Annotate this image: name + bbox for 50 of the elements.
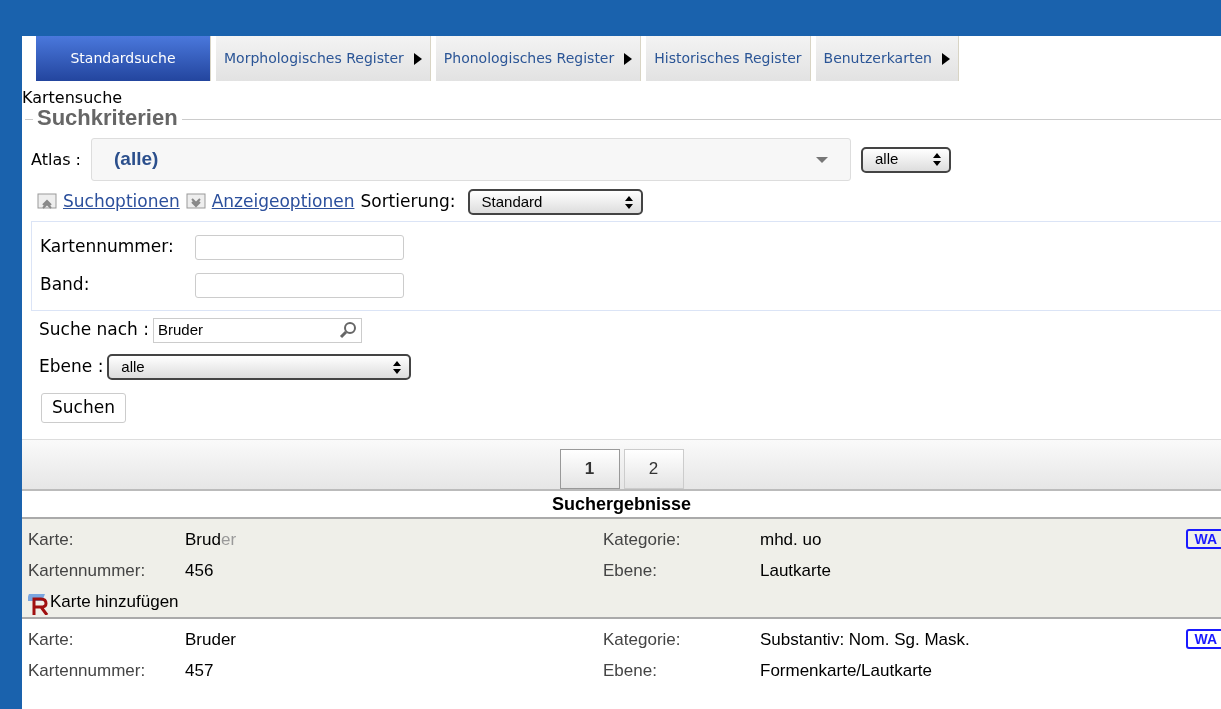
nav-tab[interactable]: Morphologisches Register	[216, 36, 431, 81]
updown-arrow-icon	[393, 360, 402, 374]
search-button[interactable]: Suchen	[41, 393, 126, 423]
atlas-tag[interactable]: WA	[1186, 528, 1221, 549]
sort-select[interactable]: Standard	[467, 189, 643, 215]
updown-arrow-icon	[933, 153, 941, 166]
results-title: Suchergebnisse	[550, 492, 693, 516]
text-input[interactable]	[195, 234, 404, 260]
field-label: Kartennummer:	[28, 560, 147, 583]
atlas-dropdown[interactable]: (alle)	[91, 138, 851, 181]
level-select[interactable]: alle	[107, 354, 412, 380]
field-label: Kartennummer:	[40, 235, 175, 259]
field-value: Bruder	[185, 629, 238, 652]
options-link[interactable]: Anzeigeoptionen	[211, 189, 355, 215]
field-label: Karte:	[28, 629, 75, 652]
field-value: 457	[185, 660, 215, 683]
field-label: Ebene:	[603, 560, 658, 583]
nav-tab[interactable]: Historisches Register	[646, 36, 811, 81]
field-value: 456	[185, 560, 215, 583]
chevron-icon	[37, 193, 57, 211]
field-value: mhd. uo	[760, 529, 822, 552]
field-label: Kategorie:	[603, 529, 682, 552]
updown-arrow-icon	[624, 195, 633, 209]
filter-select[interactable]: alle	[861, 146, 951, 173]
field-value: Lautkarte	[760, 560, 831, 583]
field-label: Kategorie:	[603, 629, 682, 652]
page-button[interactable]: 1	[559, 448, 620, 489]
options-link[interactable]: Suchoptionen	[63, 189, 180, 215]
search-icon	[339, 321, 357, 339]
field-label: Ebene :	[39, 355, 104, 379]
field-value: Substantiv: Nom. Sg. Mask.	[760, 629, 970, 652]
nav-tab[interactable]: Phonologisches Register	[435, 36, 642, 81]
field-label: Ebene:	[603, 660, 658, 683]
page-button[interactable]: 2	[623, 448, 684, 489]
field-value: Bruder	[185, 529, 238, 552]
search-field[interactable]: Bruder	[153, 317, 362, 343]
field-label: Sortierung:	[360, 190, 456, 214]
field-label: Band:	[40, 273, 91, 297]
add-map-link[interactable]: Karte hinzufügen	[50, 588, 179, 615]
field-label: Karte:	[28, 529, 75, 552]
chevron-icon	[185, 193, 206, 211]
page-title: Kartensuche	[22, 89, 124, 107]
field-value: Formenkarte/Lautkarte	[760, 660, 932, 683]
nav-tab[interactable]: Benutzerkarten	[815, 36, 959, 81]
nav-tab[interactable]: Standardsuche	[36, 36, 211, 81]
field-label: Kartennummer:	[28, 660, 147, 683]
text-input[interactable]	[195, 272, 404, 298]
atlas-tag[interactable]: WA	[1186, 628, 1221, 649]
field-label: Suche nach :	[39, 318, 149, 342]
field-label: Atlas :	[31, 148, 81, 171]
